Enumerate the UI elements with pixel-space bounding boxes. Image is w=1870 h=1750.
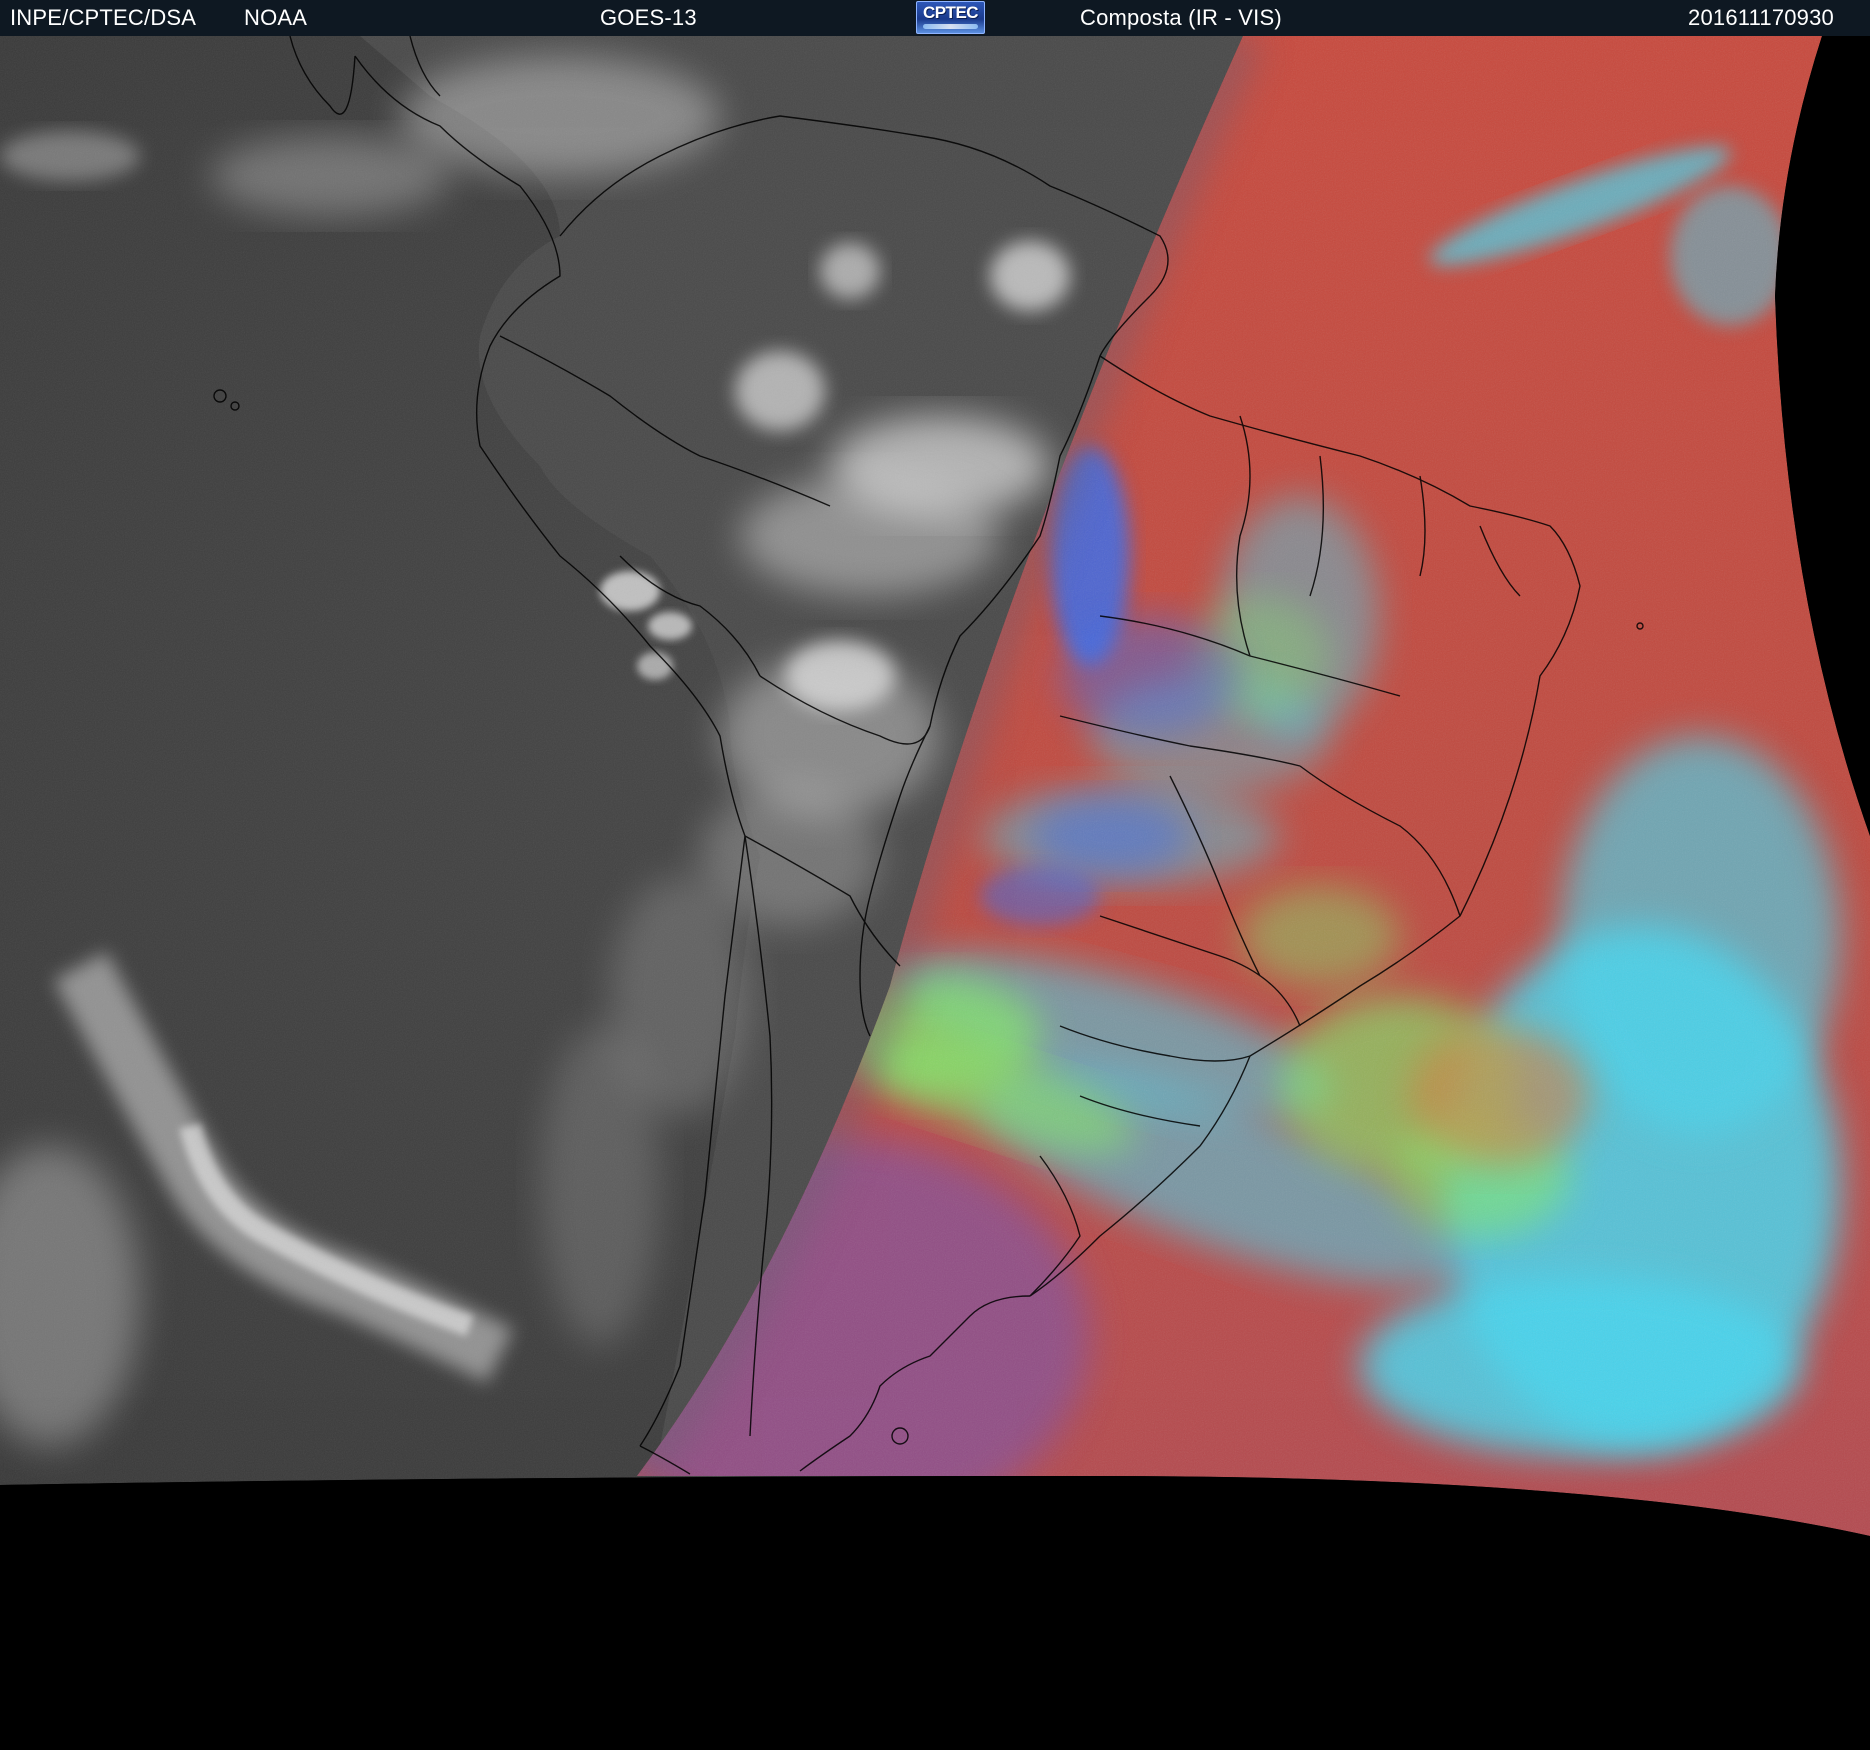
cptec-logo-swoosh bbox=[923, 24, 978, 29]
organization-label: INPE/CPTEC/DSA bbox=[10, 5, 197, 30]
cptec-logo: CPTEC bbox=[916, 1, 985, 34]
satellite-label: GOES-13 bbox=[600, 5, 697, 30]
satellite-composite-map bbox=[0, 36, 1870, 1750]
timestamp-label: 201611170930 bbox=[1688, 5, 1834, 30]
satellite-image-frame: INPE/CPTEC/DSA NOAA GOES-13 CPTEC Compos… bbox=[0, 0, 1870, 1750]
agency-label: NOAA bbox=[244, 5, 308, 30]
cptec-logo-text: CPTEC bbox=[922, 3, 979, 22]
product-label: Composta (IR - VIS) bbox=[1080, 5, 1282, 30]
space-background-bottom bbox=[0, 1476, 1870, 1750]
image-header-bar: INPE/CPTEC/DSA NOAA GOES-13 CPTEC Compos… bbox=[0, 0, 1870, 36]
